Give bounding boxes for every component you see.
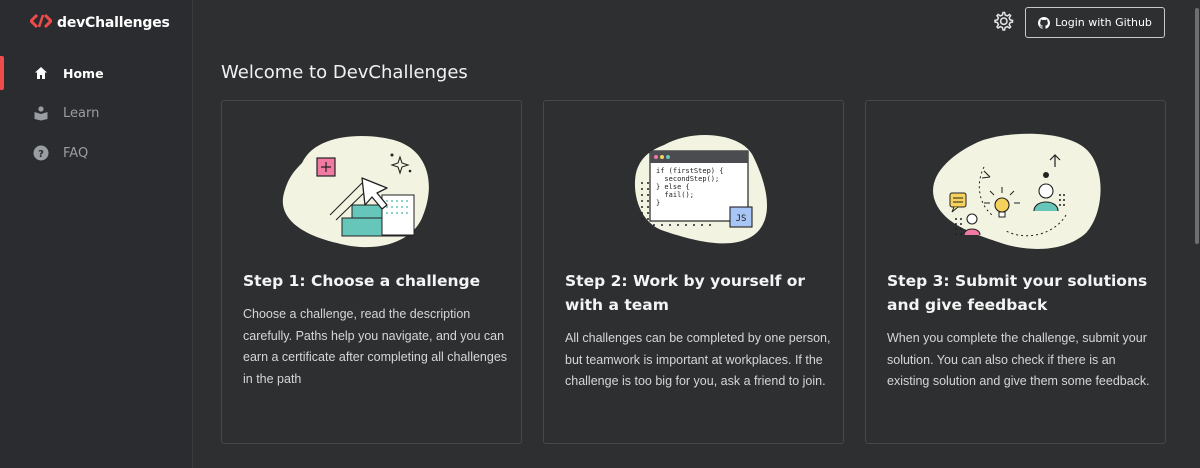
card-body: All challenges can be completed by one p…	[565, 331, 831, 388]
help-icon: ?	[32, 144, 50, 162]
logo-text: devChallenges	[57, 15, 170, 31]
login-github-button[interactable]: Login with Github	[1025, 7, 1165, 38]
code-line: if (firstStep) {	[656, 167, 723, 175]
page-title: Welcome to DevChallenges	[221, 62, 468, 83]
card-title: Step 1: Choose a challenge	[243, 272, 481, 290]
sidebar-item-faq[interactable]: ? FAQ	[0, 136, 193, 170]
home-icon	[32, 64, 50, 82]
sidebar-item-label: FAQ	[63, 145, 89, 161]
step-card-1: Step 1: Choose a challenge Choose a chal…	[221, 100, 522, 444]
sidebar: devChallenges Home Learn ? FAQ	[0, 0, 193, 468]
sidebar-item-label: Learn	[63, 105, 100, 121]
svg-text:?: ?	[38, 149, 44, 160]
code-line: secondStep();	[656, 175, 719, 183]
card-title: Step 2: Work by yourself or with a team	[565, 272, 806, 314]
sidebar-item-label: Home	[63, 65, 104, 81]
code-line: fail();	[656, 191, 694, 199]
code-line: }	[656, 199, 660, 207]
work-team-illustration: if (firstStep) { secondStep(); } else { …	[544, 123, 843, 263]
step-card-2: if (firstStep) { secondStep(); } else { …	[543, 100, 844, 444]
learn-icon	[32, 104, 50, 122]
login-button-label: Login with Github	[1055, 16, 1152, 29]
card-body: When you complete the challenge, submit …	[887, 331, 1150, 388]
sidebar-item-home[interactable]: Home	[0, 56, 193, 90]
choose-challenge-illustration	[222, 123, 521, 263]
card-title: Step 3: Submit your solutions and give f…	[887, 272, 1148, 314]
logo[interactable]: devChallenges	[29, 13, 170, 33]
submit-feedback-illustration	[866, 123, 1165, 263]
scrollbar-thumb[interactable]	[1195, 8, 1199, 244]
logo-icon	[29, 13, 53, 33]
scrollbar[interactable]	[1194, 0, 1200, 468]
step-card-3: Step 3: Submit your solutions and give f…	[865, 100, 1166, 444]
code-line: } else {	[656, 183, 690, 191]
github-icon	[1038, 16, 1051, 29]
js-badge: JS	[736, 214, 747, 224]
card-body: Choose a challenge, read the description…	[243, 307, 508, 386]
sidebar-item-learn[interactable]: Learn	[0, 96, 193, 130]
active-indicator	[0, 56, 4, 90]
gear-icon[interactable]	[992, 10, 1014, 32]
